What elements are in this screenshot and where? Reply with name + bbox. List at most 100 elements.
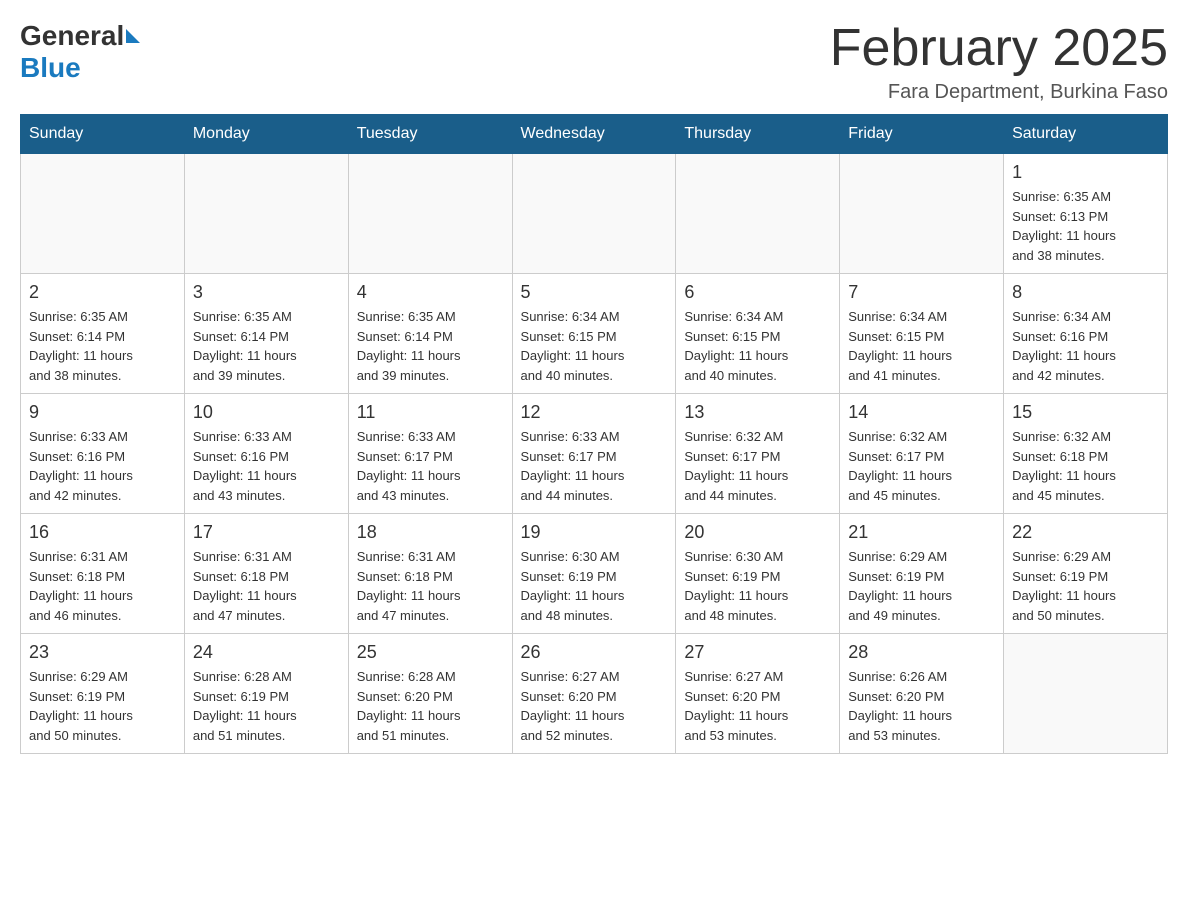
calendar-cell: 14Sunrise: 6:32 AM Sunset: 6:17 PM Dayli…: [840, 394, 1004, 514]
calendar-cell: 22Sunrise: 6:29 AM Sunset: 6:19 PM Dayli…: [1004, 514, 1168, 634]
day-number: 12: [521, 402, 668, 423]
day-info: Sunrise: 6:31 AM Sunset: 6:18 PM Dayligh…: [357, 547, 504, 625]
day-number: 24: [193, 642, 340, 663]
calendar-cell: 3Sunrise: 6:35 AM Sunset: 6:14 PM Daylig…: [184, 274, 348, 394]
day-info: Sunrise: 6:29 AM Sunset: 6:19 PM Dayligh…: [1012, 547, 1159, 625]
day-number: 2: [29, 282, 176, 303]
day-info: Sunrise: 6:31 AM Sunset: 6:18 PM Dayligh…: [193, 547, 340, 625]
day-info: Sunrise: 6:34 AM Sunset: 6:16 PM Dayligh…: [1012, 307, 1159, 385]
day-number: 14: [848, 402, 995, 423]
day-info: Sunrise: 6:35 AM Sunset: 6:14 PM Dayligh…: [357, 307, 504, 385]
day-info: Sunrise: 6:35 AM Sunset: 6:14 PM Dayligh…: [29, 307, 176, 385]
calendar-cell: 10 Sunrise: 6:33 AM Sunset: 6:16 PM Dayli…: [184, 394, 348, 514]
day-number: 4: [357, 282, 504, 303]
day-number: 6: [684, 282, 831, 303]
logo-general-text: General: [20, 20, 124, 52]
day-info: Sunrise: 6:32 AM Sunset: 6:17 PM Dayligh…: [684, 427, 831, 505]
day-info: Sunrise: 6:27 AM Sunset: 6:20 PM Dayligh…: [521, 667, 668, 745]
calendar-cell: 6 Sunrise: 6:34 AM Sunset: 6:15 PM Daylig…: [676, 274, 840, 394]
day-info: Sunrise: 6:35 AM Sunset: 6:13 PM Dayligh…: [1012, 187, 1159, 265]
day-info: Sunrise: 6:34 AM Sunset: 6:15 PM Dayligh…: [848, 307, 995, 385]
calendar-cell: 7 Sunrise: 6:34 AM Sunset: 6:15 PM Daylig…: [840, 274, 1004, 394]
day-of-week-header: Saturday: [1004, 115, 1168, 154]
calendar-cell: 24 Sunrise: 6:28 AM Sunset: 6:19 PM Dayli…: [184, 634, 348, 754]
calendar-cell: 26 Sunrise: 6:27 AM Sunset: 6:20 PM Dayli…: [512, 634, 676, 754]
day-of-week-header: Tuesday: [348, 115, 512, 154]
calendar-cell: 23 Sunrise: 6:29 AM Sunset: 6:19 PM Dayli…: [21, 634, 185, 754]
day-number: 7: [848, 282, 995, 303]
calendar-cell: 15 Sunrise: 6:32 AM Sunset: 6:18 PM Dayli…: [1004, 394, 1168, 514]
day-number: 17: [193, 522, 340, 543]
calendar-cell: [512, 154, 676, 274]
day-number: 19: [521, 522, 668, 543]
calendar-week-row: 9 Sunrise: 6:33 AM Sunset: 6:16 PM Daylig…: [21, 394, 1168, 514]
day-info: Sunrise: 6:28 AM Sunset: 6:20 PM Dayligh…: [357, 667, 504, 745]
calendar-cell: 5 Sunrise: 6:34 AM Sunset: 6:15 PM Daylig…: [512, 274, 676, 394]
day-info: Sunrise: 6:29 AM Sunset: 6:19 PM Dayligh…: [848, 547, 995, 625]
title-area: February 2025 Fara Department, Burkina F…: [830, 20, 1168, 104]
day-info: Sunrise: 6:33 AM Sunset: 6:17 PM Dayligh…: [357, 427, 504, 505]
day-info: Sunrise: 6:33 AM Sunset: 6:16 PM Dayligh…: [193, 427, 340, 505]
day-number: 5: [521, 282, 668, 303]
day-number: 1: [1012, 162, 1159, 183]
calendar-cell: [1004, 634, 1168, 754]
calendar-cell: 12Sunrise: 6:33 AM Sunset: 6:17 PM Dayli…: [512, 394, 676, 514]
day-info: Sunrise: 6:29 AM Sunset: 6:19 PM Dayligh…: [29, 667, 176, 745]
day-info: Sunrise: 6:32 AM Sunset: 6:18 PM Dayligh…: [1012, 427, 1159, 505]
day-number: 9: [29, 402, 176, 423]
day-number: 20: [684, 522, 831, 543]
calendar-week-row: 1 Sunrise: 6:35 AM Sunset: 6:13 PM Daylig…: [21, 154, 1168, 274]
calendar-cell: 16 Sunrise: 6:31 AM Sunset: 6:18 PM Dayli…: [21, 514, 185, 634]
logo: General Blue: [20, 20, 140, 84]
calendar-week-row: 16 Sunrise: 6:31 AM Sunset: 6:18 PM Dayli…: [21, 514, 1168, 634]
calendar-cell: [21, 154, 185, 274]
day-number: 25: [357, 642, 504, 663]
day-info: Sunrise: 6:30 AM Sunset: 6:19 PM Dayligh…: [684, 547, 831, 625]
calendar-cell: 27 Sunrise: 6:27 AM Sunset: 6:20 PM Dayli…: [676, 634, 840, 754]
calendar-header-row: SundayMondayTuesdayWednesdayThursdayFrid…: [21, 115, 1168, 154]
calendar-cell: 1 Sunrise: 6:35 AM Sunset: 6:13 PM Daylig…: [1004, 154, 1168, 274]
location-subtitle: Fara Department, Burkina Faso: [830, 81, 1168, 104]
day-number: 23: [29, 642, 176, 663]
day-number: 27: [684, 642, 831, 663]
calendar-cell: 11 Sunrise: 6:33 AM Sunset: 6:17 PM Dayli…: [348, 394, 512, 514]
day-number: 10: [193, 402, 340, 423]
day-of-week-header: Wednesday: [512, 115, 676, 154]
day-number: 11: [357, 402, 504, 423]
day-of-week-header: Sunday: [21, 115, 185, 154]
day-number: 8: [1012, 282, 1159, 303]
calendar-cell: 18Sunrise: 6:31 AM Sunset: 6:18 PM Dayli…: [348, 514, 512, 634]
day-of-week-header: Monday: [184, 115, 348, 154]
calendar-cell: 2 Sunrise: 6:35 AM Sunset: 6:14 PM Daylig…: [21, 274, 185, 394]
calendar-cell: 28 Sunrise: 6:26 AM Sunset: 6:20 PM Dayli…: [840, 634, 1004, 754]
page-header: General Blue February 2025 Fara Departme…: [20, 20, 1168, 104]
day-number: 15: [1012, 402, 1159, 423]
day-of-week-header: Friday: [840, 115, 1004, 154]
day-info: Sunrise: 6:31 AM Sunset: 6:18 PM Dayligh…: [29, 547, 176, 625]
month-title: February 2025: [830, 20, 1168, 77]
day-info: Sunrise: 6:28 AM Sunset: 6:19 PM Dayligh…: [193, 667, 340, 745]
day-number: 28: [848, 642, 995, 663]
calendar-cell: 19 Sunrise: 6:30 AM Sunset: 6:19 PM Dayli…: [512, 514, 676, 634]
calendar-cell: 9 Sunrise: 6:33 AM Sunset: 6:16 PM Daylig…: [21, 394, 185, 514]
day-info: Sunrise: 6:34 AM Sunset: 6:15 PM Dayligh…: [521, 307, 668, 385]
calendar-cell: [840, 154, 1004, 274]
day-info: Sunrise: 6:26 AM Sunset: 6:20 PM Dayligh…: [848, 667, 995, 745]
day-info: Sunrise: 6:27 AM Sunset: 6:20 PM Dayligh…: [684, 667, 831, 745]
logo-blue-text: Blue: [20, 52, 81, 84]
calendar-cell: 13 Sunrise: 6:32 AM Sunset: 6:17 PM Dayli…: [676, 394, 840, 514]
day-info: Sunrise: 6:34 AM Sunset: 6:15 PM Dayligh…: [684, 307, 831, 385]
day-info: Sunrise: 6:33 AM Sunset: 6:16 PM Dayligh…: [29, 427, 176, 505]
day-number: 21: [848, 522, 995, 543]
day-info: Sunrise: 6:30 AM Sunset: 6:19 PM Dayligh…: [521, 547, 668, 625]
day-of-week-header: Thursday: [676, 115, 840, 154]
calendar-week-row: 2 Sunrise: 6:35 AM Sunset: 6:14 PM Daylig…: [21, 274, 1168, 394]
calendar-table: SundayMondayTuesdayWednesdayThursdayFrid…: [20, 114, 1168, 754]
calendar-cell: 20 Sunrise: 6:30 AM Sunset: 6:19 PM Dayli…: [676, 514, 840, 634]
day-number: 16: [29, 522, 176, 543]
day-number: 13: [684, 402, 831, 423]
calendar-cell: [348, 154, 512, 274]
calendar-cell: 17 Sunrise: 6:31 AM Sunset: 6:18 PM Dayli…: [184, 514, 348, 634]
day-number: 26: [521, 642, 668, 663]
logo-text: General: [20, 20, 140, 52]
